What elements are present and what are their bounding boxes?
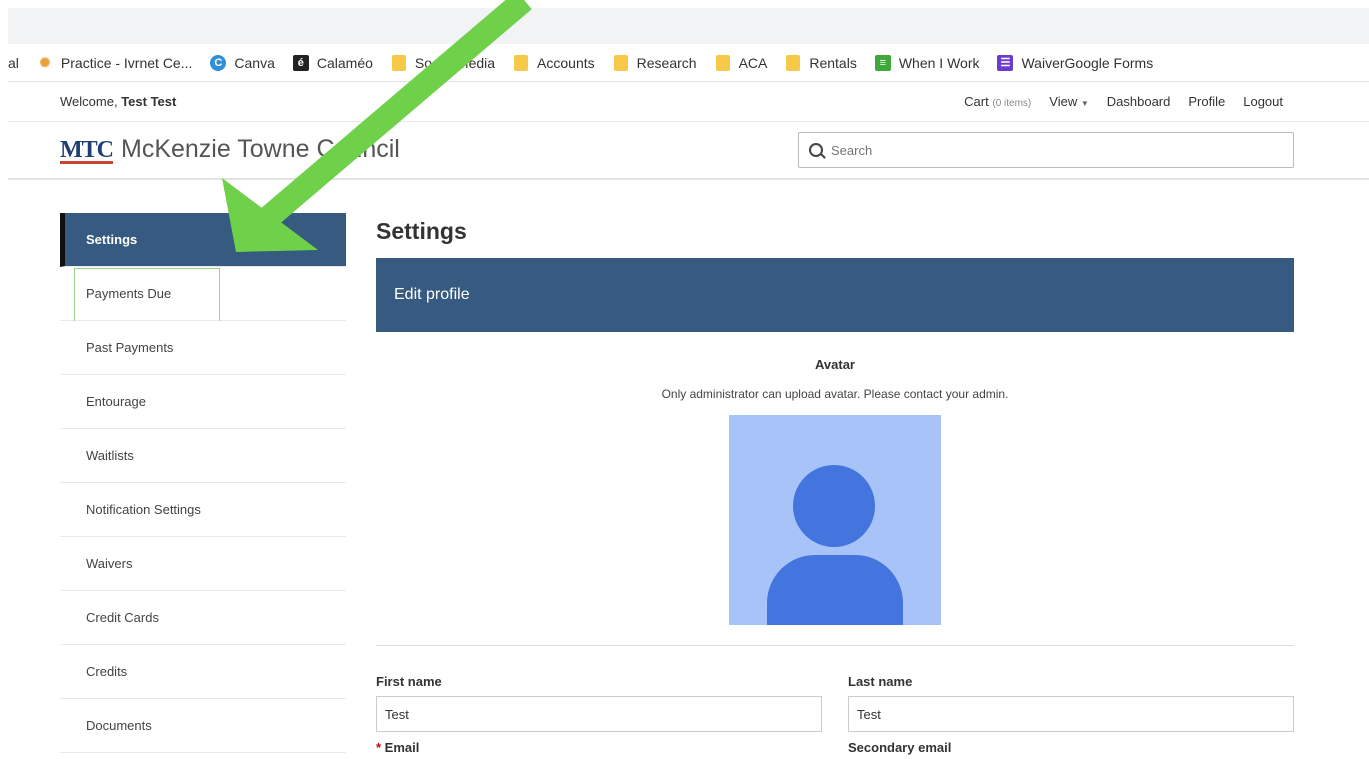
canva-icon: C [210,54,227,71]
browser-tab-strip [8,8,1369,44]
folder-icon [785,54,801,71]
bookmark-practice[interactable]: ✺ Practice - Ivrnet Ce... [37,55,192,71]
first-name-input[interactable] [376,696,822,732]
sidebar-item-past-payments[interactable]: Past Payments [60,321,346,375]
bookmark-waiver-google-forms[interactable]: ☰ WaiverGoogle Forms [997,54,1153,71]
bookmark-canva[interactable]: C Canva [210,54,275,71]
last-name-input[interactable] [848,696,1294,732]
bookmark-social-media[interactable]: Social Media [391,54,495,71]
user-bar: Welcome, Test Test Cart (0 items) View ▼… [8,82,1369,122]
dashboard-link[interactable]: Dashboard [1107,94,1171,109]
avatar-note: Only administrator can upload avatar. Pl… [661,387,1009,401]
last-name-group: Last name [848,674,1294,732]
folder-icon [613,54,629,71]
bookmark-partial[interactable]: al [8,55,19,71]
folder-icon [715,54,731,71]
sidebar-item-payments-due[interactable]: Payments Due [60,267,346,322]
sidebar-item-documents[interactable]: Documents [60,699,346,753]
settings-main: Settings Edit profile Avatar Only admini… [376,213,1294,755]
email-row: * Email Secondary email [376,740,1294,755]
site-logo[interactable]: MTC McKenzie Towne Council [60,135,400,164]
avatar-body [767,555,903,625]
search-box[interactable] [798,132,1294,168]
google-forms-icon: ☰ [997,54,1014,71]
sidebar-item-notification-settings[interactable]: Notification Settings [60,483,346,537]
profile-link[interactable]: Profile [1188,94,1225,109]
site-header: MTC McKenzie Towne Council [8,122,1369,180]
bookmark-aca[interactable]: ACA [715,54,767,71]
calameo-icon: é [292,54,309,71]
first-name-label: First name [376,674,442,689]
secondary-email-label: Secondary email [848,740,952,755]
search-icon [809,143,823,157]
folder-icon [513,54,529,71]
divider [376,645,1294,646]
sidebar-item-waitlists[interactable]: Waitlists [60,429,346,483]
welcome-text: Welcome, Test Test [60,94,177,109]
org-name: McKenzie Towne Council [121,135,400,163]
first-name-group: First name [376,674,822,732]
sidebar-item-entourage[interactable]: Entourage [60,375,346,429]
browser-top-edge [0,0,1369,8]
edit-profile-header: Edit profile [376,258,1294,332]
bookmark-calameo[interactable]: é Calaméo [292,54,373,71]
bookmark-rentals[interactable]: Rentals [785,54,857,71]
search-input[interactable] [831,142,1271,158]
cart-count: (0 items) [992,98,1032,109]
name-row: First name Last name [376,674,1294,732]
view-dropdown[interactable]: View ▼ [1049,94,1089,109]
user-name: Test Test [121,94,177,109]
cart-link[interactable]: Cart (0 items) [964,94,1031,109]
avatar-head [793,465,875,547]
logout-link[interactable]: Logout [1243,94,1283,109]
caret-down-icon: ▼ [1080,99,1089,108]
avatar-placeholder-icon [729,415,941,625]
practice-icon: ✺ [39,54,51,70]
bookmarks-bar: al ✺ Practice - Ivrnet Ce... C Canva é C… [8,44,1369,82]
avatar-label: Avatar [815,357,855,372]
bookmark-when-i-work[interactable]: ≡ When I Work [874,54,979,71]
sidebar-item-waivers[interactable]: Waivers [60,537,346,591]
top-links: Cart (0 items) View ▼ Dashboard Profile … [946,94,1283,109]
logo-mark: MTC [60,136,114,164]
page-title: Settings [376,218,467,244]
sidebar-item-credit-cards[interactable]: Credit Cards [60,591,346,645]
required-marker: * [376,740,385,755]
sidebar-item-settings[interactable]: Settings [60,213,346,267]
sidebar-item-credits[interactable]: Credits [60,645,346,699]
settings-sidebar: Settings Payments Due Past Payments Ento… [60,213,346,753]
folder-icon [391,54,407,71]
email-label: * Email [376,740,420,755]
bookmark-accounts[interactable]: Accounts [513,54,595,71]
wheniwork-icon: ≡ [874,54,891,71]
page: al ✺ Practice - Ivrnet Ce... C Canva é C… [0,0,1369,759]
bookmark-research[interactable]: Research [613,54,697,71]
last-name-label: Last name [848,674,913,689]
